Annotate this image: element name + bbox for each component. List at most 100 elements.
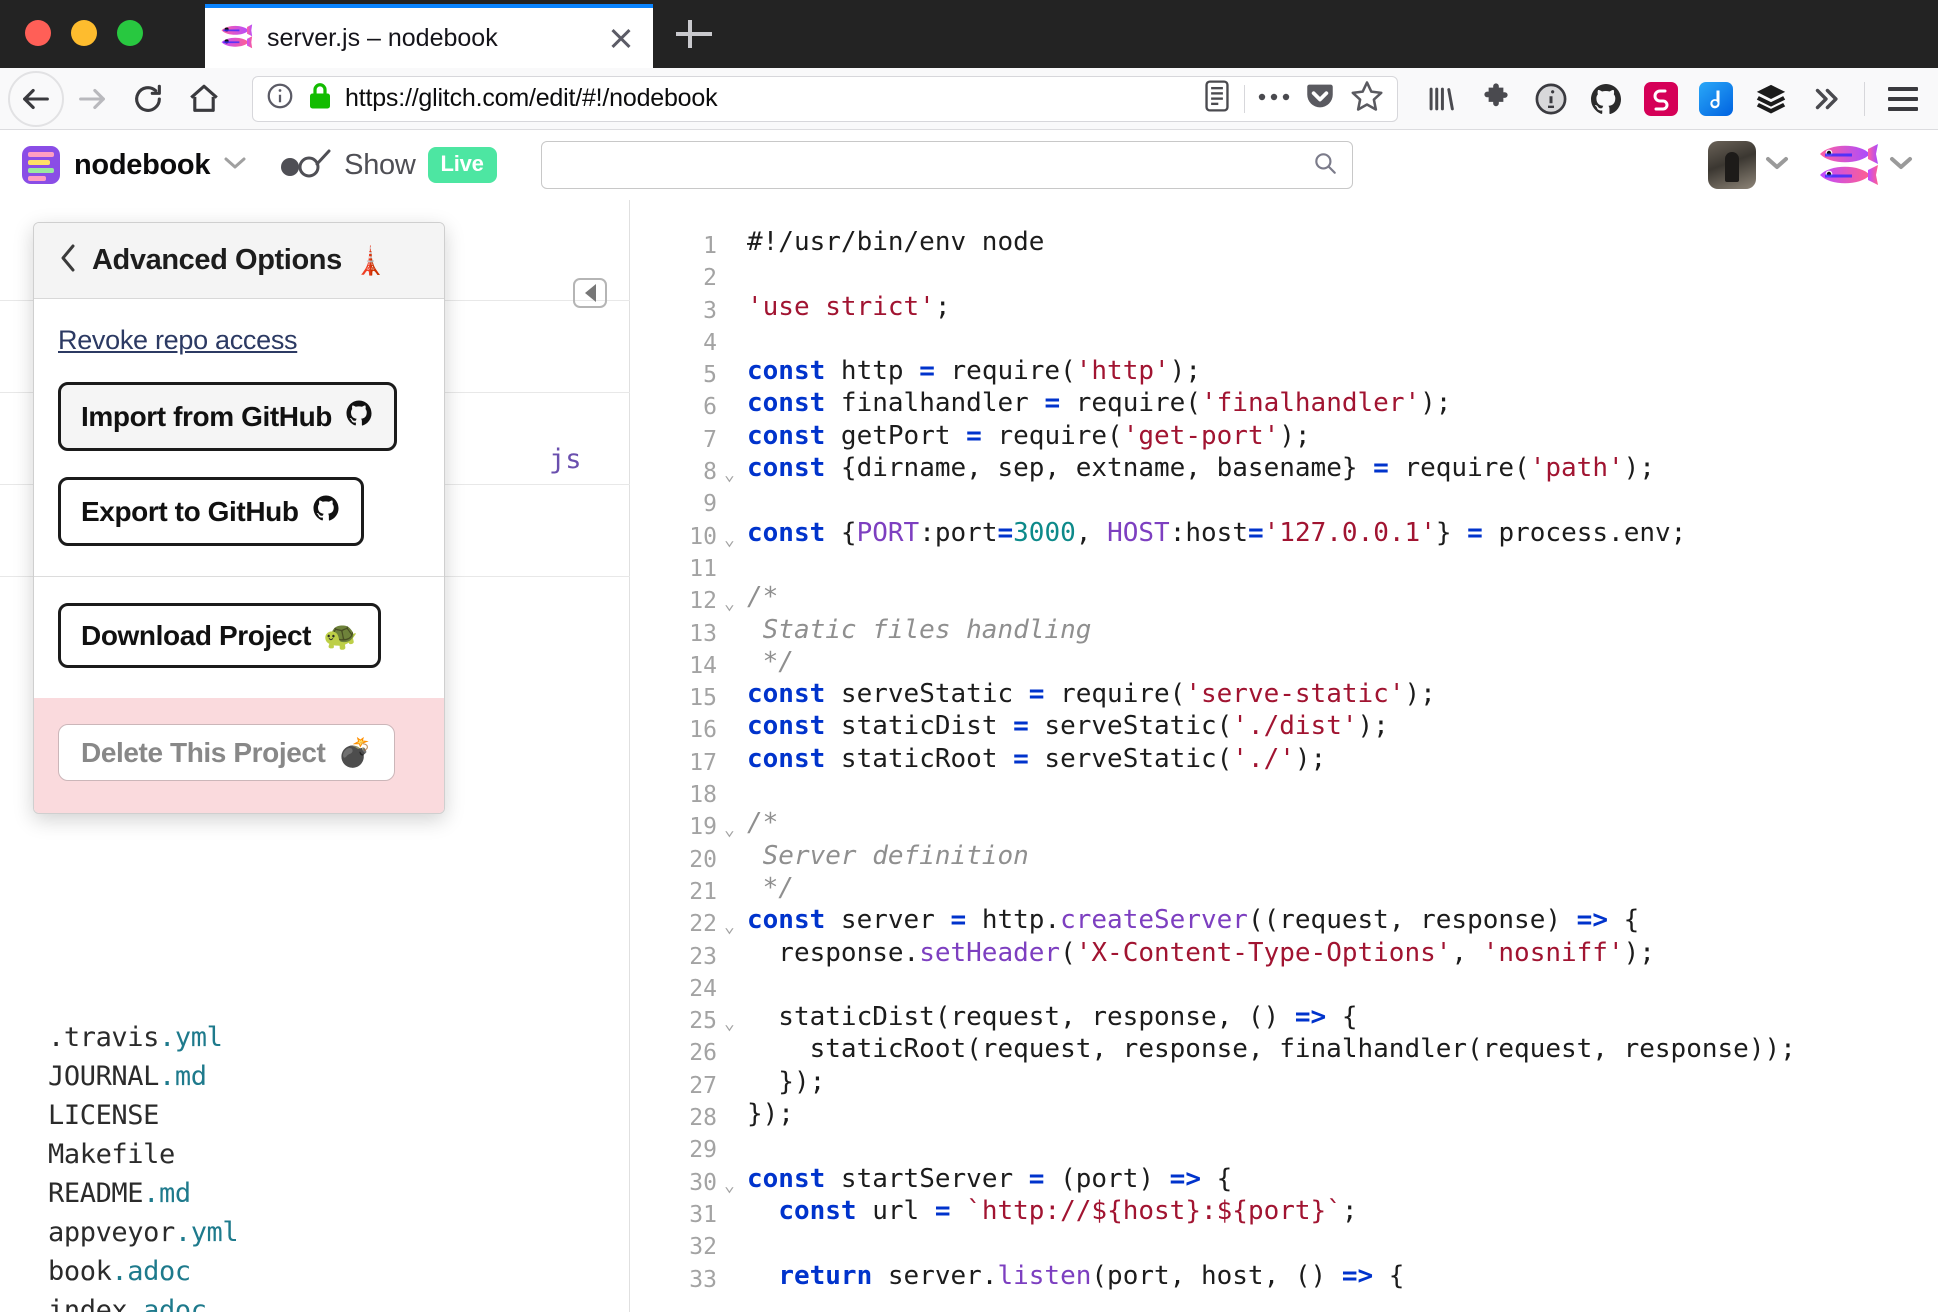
code-content[interactable]: 1 #!/usr/bin/env node 2 3'use strict'; 4 5 con… xyxy=(631,200,1938,1293)
code-line[interactable]: 7 const getPort = require('get-port'); xyxy=(631,420,1938,453)
list-item[interactable]: LICENSE xyxy=(0,1096,630,1135)
code-line[interactable]: 6 const finalhandler = require('finalhand… xyxy=(631,387,1938,420)
chevron-down-icon[interactable] xyxy=(1886,153,1916,178)
code-line[interactable]: 33 return server.listen(port, host, () =… xyxy=(631,1260,1938,1293)
window-titlebar: server.js – nodebook xyxy=(0,0,1938,68)
code-line[interactable]: 10 ⌄ const {PORT:port=3000, HOST:host='127… xyxy=(631,517,1938,550)
code-text: const staticDist = serveStatic('./dist')… xyxy=(747,711,1389,742)
maximize-window-button[interactable] xyxy=(117,20,143,46)
code-line[interactable]: 13 Static files handling xyxy=(631,614,1938,647)
buffer-icon[interactable] xyxy=(1746,74,1796,124)
code-line[interactable]: 19 ⌄/* xyxy=(631,807,1938,840)
show-app-button[interactable]: Show Live xyxy=(278,147,497,183)
forward-arrow-icon[interactable] xyxy=(64,71,120,127)
reader-mode-icon[interactable] xyxy=(1202,79,1232,118)
chevron-left-icon[interactable] xyxy=(58,242,78,280)
glitch-fish-icon[interactable] xyxy=(1818,141,1880,189)
github-section: Revoke repo access Import from GitHub Ex… xyxy=(34,299,444,577)
code-line[interactable]: 9 xyxy=(631,484,1938,517)
hamburger-menu-icon[interactable] xyxy=(1878,74,1928,124)
line-number: 11 xyxy=(689,555,717,582)
file-extension-partial[interactable]: js xyxy=(549,444,582,475)
bookmark-star-icon[interactable] xyxy=(1349,78,1385,119)
code-line[interactable]: 18 xyxy=(631,775,1938,808)
code-line[interactable]: 31 const url = `http://${host}:${port}`; xyxy=(631,1195,1938,1228)
file-extension: .adoc xyxy=(127,1295,207,1312)
chevron-down-icon[interactable] xyxy=(1762,153,1792,178)
code-line[interactable]: 12 ⌄/* xyxy=(631,581,1938,614)
code-line[interactable]: 30 ⌄ const startServer = (port) => { xyxy=(631,1163,1938,1196)
code-line[interactable]: 26 staticRoot(request, response, finalha… xyxy=(631,1033,1938,1066)
chevron-down-icon[interactable] xyxy=(222,155,248,176)
code-line[interactable]: 1 #!/usr/bin/env node xyxy=(631,226,1938,259)
code-line[interactable]: 15 const serveStatic = require('serve-sta… xyxy=(631,678,1938,711)
line-number: 29 xyxy=(689,1137,717,1164)
code-line[interactable]: 3 'use strict'; xyxy=(631,291,1938,324)
list-item[interactable]: index.adoc xyxy=(0,1291,630,1312)
list-item[interactable]: Makefile xyxy=(0,1135,630,1174)
pocket-icon[interactable] xyxy=(1303,79,1337,118)
code-line[interactable]: 20 Server definition xyxy=(631,840,1938,873)
line-number: 10 xyxy=(689,523,717,550)
code-line[interactable]: 5 const http = require('http'); xyxy=(631,355,1938,388)
github-icon[interactable] xyxy=(1581,74,1631,124)
collapse-left-icon[interactable] xyxy=(573,278,607,308)
show-label: Show xyxy=(344,148,416,181)
reload-icon[interactable] xyxy=(120,71,176,127)
code-line[interactable]: 32 xyxy=(631,1227,1938,1260)
list-item[interactable]: JOURNAL.md xyxy=(0,1057,630,1096)
line-number: 6 xyxy=(703,394,717,421)
code-line[interactable]: 24 xyxy=(631,969,1938,1002)
code-line[interactable]: 4 xyxy=(631,323,1938,356)
line-number: 8 xyxy=(703,459,717,486)
download-project-button[interactable]: Download Project 🐢 xyxy=(58,603,381,668)
toolbar-divider xyxy=(1244,84,1245,113)
project-name[interactable]: nodebook xyxy=(74,149,210,182)
code-line[interactable]: 23 response.setHeader('X-Content-Type-Op… xyxy=(631,937,1938,970)
revoke-repo-access-link[interactable]: Revoke repo access xyxy=(58,325,298,356)
code-line[interactable]: 21 */ xyxy=(631,872,1938,905)
code-line[interactable]: 8 ⌄ const {dirname, sep, extname, basename… xyxy=(631,452,1938,485)
code-text: Server definition xyxy=(747,840,1029,871)
url-text[interactable]: https://glitch.com/edit/#!/nodebook xyxy=(345,84,1190,113)
new-tab-button[interactable] xyxy=(672,12,716,56)
export-to-github-button[interactable]: Export to GitHub xyxy=(58,477,364,546)
diigo-icon[interactable] xyxy=(1691,74,1741,124)
code-line[interactable]: 2 xyxy=(631,258,1938,291)
code-line[interactable]: 11 xyxy=(631,549,1938,582)
lastpass-icon[interactable] xyxy=(1636,74,1686,124)
line-number: 18 xyxy=(689,782,717,809)
overflow-chevrons-icon[interactable] xyxy=(1801,74,1851,124)
code-line[interactable]: 14 */ xyxy=(631,646,1938,679)
url-bar[interactable]: https://glitch.com/edit/#!/nodebook xyxy=(252,75,1398,122)
page-actions-icon[interactable] xyxy=(1257,90,1291,108)
search-input[interactable] xyxy=(540,141,1353,189)
list-item[interactable]: appveyor.yml xyxy=(0,1213,630,1252)
code-line[interactable]: 16 const staticDist = serveStatic('./dist… xyxy=(631,710,1938,743)
list-item[interactable]: book.adoc xyxy=(0,1252,630,1291)
delete-project-button[interactable]: Delete This Project 💣 xyxy=(58,724,395,781)
close-tab-icon[interactable] xyxy=(603,20,639,56)
code-editor[interactable]: 1 #!/usr/bin/env node 2 3'use strict'; 4 5 con… xyxy=(631,200,1938,1312)
home-icon[interactable] xyxy=(176,71,232,127)
list-item[interactable]: .travis.yml xyxy=(0,1018,630,1057)
code-line[interactable]: 22 ⌄ const server = http.createServer((req… xyxy=(631,904,1938,937)
minimize-window-button[interactable] xyxy=(71,20,97,46)
code-line[interactable]: 25 ⌄ staticDist(request, response, () => … xyxy=(631,1001,1938,1034)
user-avatar[interactable] xyxy=(1708,141,1756,189)
library-icon[interactable] xyxy=(1416,74,1466,124)
info-circle-icon[interactable] xyxy=(265,81,295,116)
list-item[interactable]: README.md xyxy=(0,1174,630,1213)
code-line[interactable]: 28}); xyxy=(631,1098,1938,1131)
account-icon[interactable] xyxy=(1526,74,1576,124)
close-window-button[interactable] xyxy=(25,20,51,46)
extension-puzzle-icon[interactable] xyxy=(1471,74,1521,124)
code-line[interactable]: 17 const staticRoot = serveStatic('./'); xyxy=(631,743,1938,776)
browser-tab[interactable]: server.js – nodebook xyxy=(205,4,653,68)
back-arrow-icon[interactable] xyxy=(8,70,64,127)
code-line[interactable]: 27 }); xyxy=(631,1066,1938,1099)
import-from-github-button[interactable]: Import from GitHub xyxy=(58,382,397,451)
code-line[interactable]: 29 xyxy=(631,1130,1938,1163)
project-avatar[interactable] xyxy=(22,146,60,184)
